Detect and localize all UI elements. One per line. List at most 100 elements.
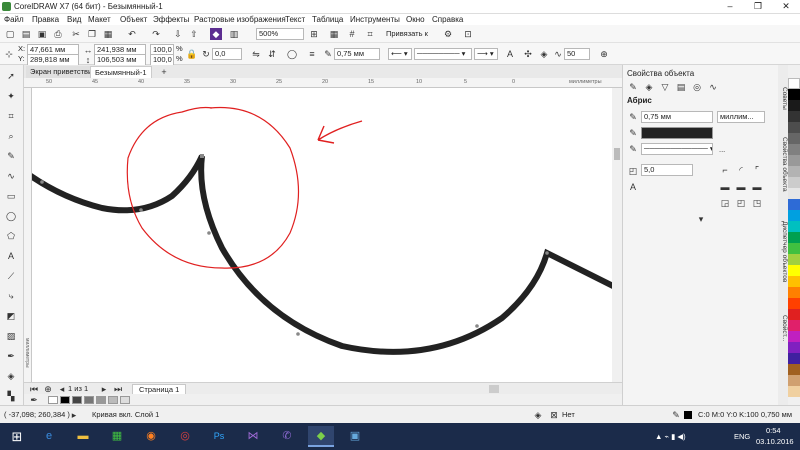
remote-desktop-icon[interactable]: ▣ xyxy=(342,426,368,447)
close-button[interactable]: ✕ xyxy=(772,0,800,13)
palette-swatch[interactable] xyxy=(788,144,800,155)
shape-tool-icon[interactable]: ✦ xyxy=(4,89,18,103)
transparency-tool-icon[interactable]: ▨ xyxy=(4,329,18,343)
internet-explorer-icon[interactable]: e xyxy=(36,426,62,447)
docker-line-style-select[interactable]: ──────────── ▾ xyxy=(641,143,713,155)
launch-icon[interactable]: ⊡ xyxy=(462,28,474,40)
grid-icon[interactable]: # xyxy=(346,28,358,40)
text-tool-icon[interactable]: A xyxy=(504,48,516,60)
store-icon[interactable]: ▦ xyxy=(104,426,130,447)
vertical-scrollbar[interactable] xyxy=(612,88,622,382)
close-curve-icon[interactable]: ◯ xyxy=(286,48,298,60)
palette-swatch[interactable] xyxy=(788,89,800,100)
round-corner-icon[interactable]: ◜ xyxy=(735,164,747,176)
palette-swatch[interactable] xyxy=(788,210,800,221)
wrap-text-icon[interactable]: ≡ xyxy=(306,48,318,60)
palette-swatch[interactable] xyxy=(788,177,800,188)
menu-text[interactable]: Текст xyxy=(285,14,305,25)
palette-swatch[interactable] xyxy=(788,111,800,122)
lock-ratio-icon[interactable]: 🔒 xyxy=(186,48,198,60)
redo-icon[interactable]: ↷ xyxy=(150,28,162,40)
line-style-select[interactable]: ──────── ▾ xyxy=(414,48,472,60)
palette-swatch[interactable] xyxy=(788,309,800,320)
clock-time[interactable]: 0:54 xyxy=(766,426,781,436)
palette-swatch[interactable] xyxy=(788,78,800,89)
system-tray-icons[interactable]: ▲ ⌁ ▮ ◀) xyxy=(655,432,686,442)
import-icon[interactable]: ⇩ xyxy=(172,28,184,40)
units-select[interactable]: миллим... xyxy=(717,111,765,123)
zoom-level-select[interactable]: 500% xyxy=(256,28,304,40)
firefox-icon[interactable]: ◉ xyxy=(138,426,164,447)
miter-limit-field[interactable]: 5,0 xyxy=(641,164,693,176)
outline-color-picker[interactable] xyxy=(641,127,713,139)
palette-swatch[interactable] xyxy=(788,254,800,265)
transparency-tab-icon[interactable]: ▽ xyxy=(659,81,671,93)
menu-object[interactable]: Объект xyxy=(120,14,147,25)
interactive-fill-tool-icon[interactable]: ◈ xyxy=(4,369,18,383)
no-color-swatch[interactable] xyxy=(48,396,58,404)
palette-swatch[interactable] xyxy=(788,166,800,177)
palette-swatch[interactable] xyxy=(788,364,800,375)
horizontal-scroll-thumb[interactable] xyxy=(489,385,499,393)
drawing-canvas[interactable] xyxy=(32,88,612,382)
internet-tab-icon[interactable]: ◎ xyxy=(691,81,703,93)
corel-connect-icon[interactable]: ▥ xyxy=(228,28,240,40)
open-icon[interactable]: ▤ xyxy=(20,28,32,40)
reduce-nodes-icon[interactable]: ✣ xyxy=(522,48,534,60)
start-button-icon[interactable]: ⊞ xyxy=(4,426,30,447)
full-screen-icon[interactable]: ⊞ xyxy=(308,28,320,40)
menu-layout[interactable]: Макет xyxy=(88,14,111,25)
palette-swatch[interactable] xyxy=(788,331,800,342)
export-icon[interactable]: ⇧ xyxy=(188,28,200,40)
fill-tab-icon[interactable]: ◈ xyxy=(643,81,655,93)
cut-icon[interactable]: ✂ xyxy=(70,28,82,40)
palette-swatch[interactable] xyxy=(788,243,800,254)
palette-swatch[interactable] xyxy=(788,353,800,364)
palette-swatch[interactable] xyxy=(788,386,800,397)
add-tab-icon[interactable]: + xyxy=(158,66,170,78)
palette-swatch[interactable] xyxy=(788,155,800,166)
palette-swatch[interactable] xyxy=(788,276,800,287)
zoom-tool-icon[interactable]: ⌕ xyxy=(4,129,18,143)
chrome-icon[interactable]: ◎ xyxy=(172,426,198,447)
palette-swatch[interactable] xyxy=(788,320,800,331)
smart-fill-tool-icon[interactable]: ▚ xyxy=(4,389,18,403)
tab-untitled-1[interactable]: Безымянный-1 xyxy=(90,66,152,78)
eyedropper-tool-icon[interactable]: ✒ xyxy=(4,349,18,363)
save-icon[interactable]: ▣ xyxy=(36,28,48,40)
tab-object-manager[interactable]: Диспетчер объектов xyxy=(778,221,788,282)
language-indicator[interactable]: ENG xyxy=(734,432,750,442)
rotation-field[interactable]: 0,0 xyxy=(212,48,242,60)
palette-swatch[interactable] xyxy=(788,100,800,111)
color-swatch[interactable] xyxy=(96,396,106,404)
text-tool-icon[interactable]: A xyxy=(4,249,18,263)
pick-tool-icon[interactable]: ➚ xyxy=(4,69,18,83)
palette-swatch[interactable] xyxy=(788,298,800,309)
palette-swatch[interactable] xyxy=(788,232,800,243)
guidelines-icon[interactable]: ⌗ xyxy=(364,28,376,40)
mirror-vertical-icon[interactable]: ⇵ xyxy=(266,48,278,60)
visual-studio-icon[interactable]: ⋈ xyxy=(240,426,266,447)
drop-shadow-tool-icon[interactable]: ◩ xyxy=(4,309,18,323)
menu-file[interactable]: Файл xyxy=(4,14,24,25)
palette-swatch[interactable] xyxy=(788,375,800,386)
color-swatch[interactable] xyxy=(84,396,94,404)
node-icon[interactable]: ◈ xyxy=(538,48,550,60)
new-document-icon[interactable]: ▢ xyxy=(4,28,16,40)
square-cap-icon[interactable]: ▬ xyxy=(751,181,763,193)
menu-tools[interactable]: Инструменты xyxy=(350,14,400,25)
mirror-horizontal-icon[interactable]: ⇋ xyxy=(250,48,262,60)
curve-tab-icon[interactable]: ∿ xyxy=(707,81,719,93)
menu-effects[interactable]: Эффекты xyxy=(153,14,189,25)
print-icon[interactable]: ⎙ xyxy=(52,28,64,40)
expand-more-icon[interactable]: ▾ xyxy=(695,213,707,225)
palette-swatch[interactable] xyxy=(788,287,800,298)
photoshop-icon[interactable]: Ps xyxy=(206,426,232,447)
rectangle-tool-icon[interactable]: ▭ xyxy=(4,189,18,203)
docker-outline-width-select[interactable]: 0,75 мм xyxy=(641,111,713,123)
butt-cap-icon[interactable]: ▬ xyxy=(719,181,731,193)
menu-window[interactable]: Окно xyxy=(406,14,425,25)
position-center-icon[interactable]: ◰ xyxy=(735,197,747,209)
color-swatch[interactable] xyxy=(120,396,130,404)
round-cap-icon[interactable]: ▬ xyxy=(735,181,747,193)
